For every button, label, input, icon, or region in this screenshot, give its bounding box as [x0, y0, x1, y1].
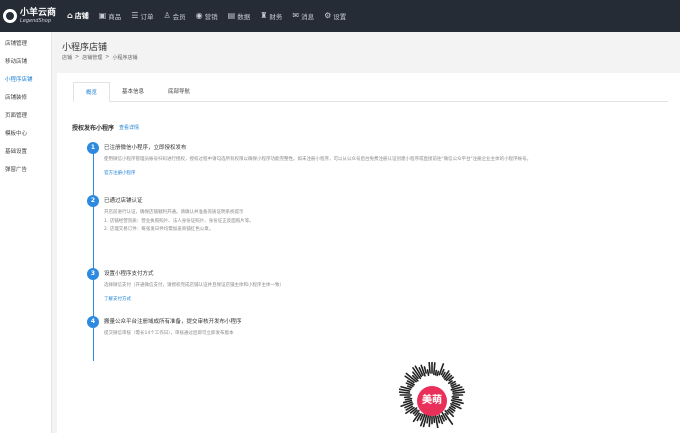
nav-item-label: 设置 — [333, 13, 347, 21]
order-icon: ☰ — [131, 11, 139, 20]
data-icon: ▤ — [227, 11, 236, 20]
qr-ray — [452, 397, 463, 401]
step-description: 开店前进行认证，确保店铺顺利开通。请确认并准备资质证明系统提示 — [104, 210, 244, 215]
sidebar: 店铺管理 移动店铺 小程序店铺 店铺装修 页面管理 模板中心 基础设置 弹窗广告 — [0, 32, 52, 433]
nav-item-home[interactable]: ⌂ 店铺 — [62, 0, 94, 32]
nav-item-marketing[interactable]: ◉ 营销 — [191, 0, 223, 32]
step-link[interactable]: 官方注册小程序 — [104, 170, 644, 176]
goods-icon: ▣ — [98, 11, 107, 20]
steps-timeline — [93, 146, 94, 361]
sidebar-item[interactable]: 页面管理 — [0, 107, 51, 125]
step-description: 使用微信小程序管理员帐号扫码进行授权，授权过程中请勾选所有权限以确保小程序功能完… — [104, 157, 532, 162]
settings-icon: ⚙ — [324, 11, 332, 20]
nav-item-label: 消息 — [301, 13, 315, 21]
sidebar-item[interactable]: 弹窗广告 — [0, 161, 51, 179]
tab-1[interactable]: 基本信息 — [110, 82, 156, 102]
qr-ray — [406, 385, 413, 389]
nav-item-settings[interactable]: ⚙ 设置 — [319, 0, 351, 32]
sidebar-item[interactable]: 店铺装修 — [0, 89, 51, 107]
brand-logo[interactable]: 小羊云商 LegendShop — [0, 0, 60, 32]
qr-ray — [428, 362, 431, 374]
section-title: 授权发布小程序 查看详情 — [72, 123, 139, 132]
nav-item-label: 会员 — [172, 13, 186, 21]
qr-ray — [436, 370, 440, 377]
qr-ray — [426, 414, 430, 424]
breadcrumb-item[interactable]: 店铺管理 — [82, 54, 102, 61]
main-content: 小程序店铺 店铺 > 店铺管理 > 小程序店铺 概览 基本信息 底部导航 授权发布小程序 查… — [53, 32, 680, 433]
nav-item-goods[interactable]: ▣ 商品 — [94, 0, 127, 32]
nav-item-label: 数据 — [237, 13, 251, 21]
qr-ray — [404, 397, 413, 401]
step-title: 设置小程序支付方式 — [104, 271, 154, 277]
nav-item-label: 店铺 — [74, 12, 89, 20]
nav-item-finance[interactable]: ♜ 财务 — [255, 0, 287, 32]
qr-ray — [433, 362, 436, 376]
qr-ray — [433, 415, 436, 424]
qr-ray — [428, 414, 432, 428]
nav-item-message[interactable]: ✉ 消息 — [287, 0, 319, 32]
breadcrumb-separator: > — [75, 54, 80, 60]
breadcrumb-item[interactable]: 小程序店铺 — [112, 54, 137, 61]
nav-item-label: 订单 — [140, 13, 154, 21]
nav-item-label: 财务 — [269, 13, 283, 21]
brand-name-cn: 小羊云商 — [20, 7, 57, 18]
step-title: 已通过店铺认证 — [104, 198, 143, 204]
step-description: 选择微信支付（开通微信支付，请授权完成店铺认证并且保证店铺主体和小程序主体一致） — [104, 283, 284, 288]
tab-2[interactable]: 底部导航 — [156, 82, 202, 102]
step-number-badge: 3 — [87, 268, 99, 280]
message-icon: ✉ — [292, 11, 300, 20]
nav-item-label: 商品 — [108, 13, 122, 21]
logo-icon — [3, 9, 17, 23]
nav-item-label: 营销 — [204, 13, 218, 21]
section-heading: 授权发布小程序 — [72, 125, 115, 132]
breadcrumb: 店铺 > 店铺管理 > 小程序店铺 — [62, 54, 140, 61]
tab-bar: 概览 基本信息 底部导航 — [73, 82, 668, 102]
step-number-badge: 1 — [87, 142, 99, 154]
nav-item-data[interactable]: ▤ 数据 — [223, 0, 256, 32]
qr-ray — [434, 369, 438, 376]
nav-item-member[interactable]: ♙ 会员 — [158, 0, 190, 32]
nav-item-order[interactable]: ☰ 订单 — [126, 0, 158, 32]
breadcrumb-separator: > — [105, 54, 110, 60]
breadcrumb-item[interactable]: 店铺 — [62, 54, 72, 61]
qr-ray — [452, 391, 465, 394]
qr-ray — [399, 391, 411, 394]
step-description: 提交微信审核（需长14个工作日），审核通过后即可立即发布版本 — [104, 331, 234, 336]
sidebar-item[interactable]: 小程序店铺 — [0, 71, 51, 89]
home-icon: ⌂ — [67, 11, 73, 20]
tab-0[interactable]: 概览 — [73, 82, 111, 102]
step-title: 搬量公众平台注册域成所有准备，提交审核开发布小程序 — [104, 319, 242, 325]
sidebar-item[interactable]: 模板中心 — [0, 125, 51, 143]
sidebar-item[interactable]: 移动店铺 — [0, 53, 51, 71]
content-card: 概览 基本信息 底部导航 授权发布小程序 查看详情 1 已注册微信小程序，立即授权发布… — [57, 73, 680, 433]
step-number-badge: 2 — [87, 195, 99, 207]
page-title: 小程序店铺 — [62, 43, 108, 53]
section-detail-link[interactable]: 查看详情 — [119, 124, 139, 131]
sidebar-item[interactable]: 店铺管理 — [0, 35, 51, 53]
qr-ray — [426, 369, 430, 377]
qr-ray — [451, 395, 460, 399]
step-description: 2. 店理交易订件：每张发日件均需加盖商铺红色公章。 — [104, 227, 214, 233]
qr-ray — [436, 415, 441, 424]
step-number-badge: 4 — [87, 316, 99, 328]
step-description: 1. 店铺经营资质：营业执照照片、法人身份证照片、身份证正反面照片等。 — [104, 218, 254, 224]
brand-name-en: LegendShop — [20, 17, 52, 24]
sidebar-item[interactable]: 基础设置 — [0, 143, 51, 161]
qr-ray — [423, 366, 427, 374]
qr-badge: 美萌 — [417, 386, 447, 416]
member-icon: ♙ — [163, 11, 171, 20]
step-title: 已注册微信小程序，立即授权发布 — [104, 145, 187, 151]
top-nav-bar: 小羊云商 LegendShop ⌂ 店铺 ▣ 商品 ☰ 订单 ♙ 会员 ◉ 营销 ▤ 数据 ♜ 财务 ✉ 消息… — [0, 0, 680, 32]
finance-icon: ♜ — [260, 11, 268, 20]
marketing-icon: ◉ — [195, 11, 203, 20]
main-nav: ⌂ 店铺 ▣ 商品 ☰ 订单 ♙ 会员 ◉ 营销 ▤ 数据 ♜ 财务 ✉ 消息 ⚙ 设置 — [62, 0, 351, 32]
step-link[interactable]: 了解支付方式 — [104, 296, 644, 302]
